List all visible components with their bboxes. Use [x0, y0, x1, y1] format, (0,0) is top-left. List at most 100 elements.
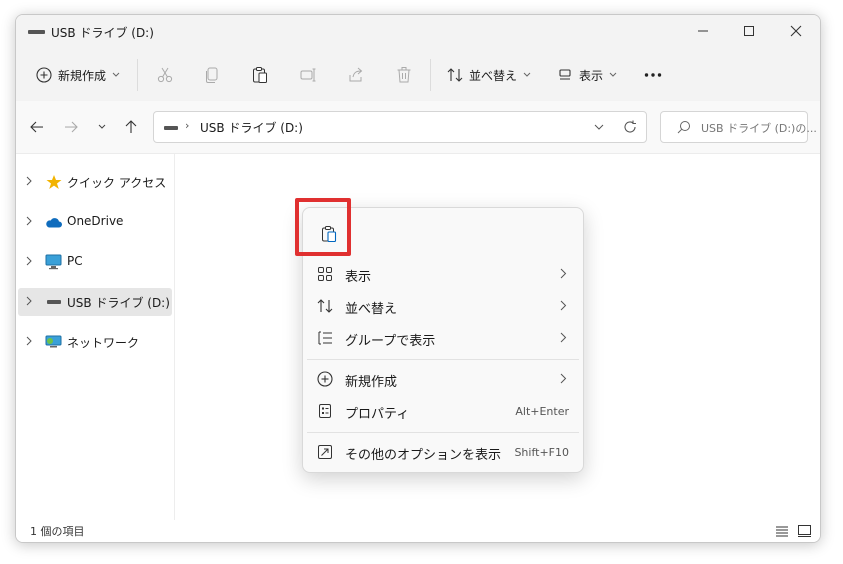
- address-bar[interactable]: › USB ドライブ (D:): [153, 111, 647, 143]
- close-button[interactable]: [773, 15, 819, 47]
- menu-item-shortcut: Shift+F10: [514, 446, 569, 459]
- chevron-right-icon: [560, 332, 567, 343]
- menu-item-label: 表示: [345, 270, 372, 285]
- menu-item-properties[interactable]: プロパティ Alt+Enter: [307, 395, 579, 427]
- chevron-down-icon: [609, 72, 617, 77]
- sidebar-item-onedrive[interactable]: OneDrive: [18, 208, 172, 236]
- more-dots-icon: [644, 73, 662, 77]
- view-label: 表示: [579, 68, 604, 83]
- plus-circle-icon: [36, 67, 52, 83]
- sort-button[interactable]: 並べ替え: [447, 59, 531, 91]
- chevron-right-icon: [560, 300, 567, 311]
- item-count: 1 個の項目: [30, 525, 85, 538]
- forward-button[interactable]: [58, 114, 84, 140]
- scissors-icon: [157, 67, 173, 83]
- breadcrumb-separator: ›: [185, 119, 190, 132]
- paste-icon: [253, 67, 267, 83]
- monitor-icon: [45, 254, 62, 270]
- status-bar: 1 個の項目: [16, 520, 820, 542]
- properties-icon: [317, 403, 333, 419]
- sidebar-item-quick-access[interactable]: クイック アクセス: [18, 168, 172, 196]
- trash-icon: [397, 67, 411, 83]
- chevron-right-icon: [560, 373, 567, 384]
- refresh-icon[interactable]: [623, 120, 637, 134]
- chevron-right-icon: [26, 176, 32, 186]
- menu-item-label: グループで表示: [345, 334, 436, 349]
- share-icon: [349, 67, 363, 82]
- window-title: USB ドライブ (D:): [51, 26, 154, 40]
- recent-locations-button[interactable]: [89, 114, 115, 140]
- cut-button[interactable]: [156, 59, 174, 91]
- copy-button[interactable]: [203, 59, 221, 91]
- menu-item-view[interactable]: 表示: [307, 258, 579, 290]
- paste-button[interactable]: [251, 59, 269, 91]
- cloud-icon: [45, 214, 62, 230]
- sidebar-item-network[interactable]: ネットワーク: [18, 328, 172, 356]
- chevron-down-icon[interactable]: [594, 124, 604, 130]
- plus-circle-icon: [317, 371, 333, 387]
- highlight-annotation: [295, 198, 351, 256]
- chevron-down-icon: [112, 72, 120, 77]
- title-bar: USB ドライブ (D:): [16, 15, 820, 49]
- sort-arrows-icon: [317, 298, 333, 314]
- menu-item-group-by[interactable]: グループで表示: [307, 322, 579, 354]
- toolbar-divider: [430, 59, 431, 91]
- menu-item-more-options[interactable]: その他のオプションを表示 Shift+F10: [307, 436, 579, 468]
- group-list-icon: [317, 330, 333, 346]
- chevron-right-icon: [26, 336, 32, 346]
- sort-label: 並べ替え: [469, 68, 518, 83]
- sidebar-item-usb-drive[interactable]: USB ドライブ (D:): [18, 288, 172, 316]
- close-icon: [790, 25, 802, 37]
- more-options-button[interactable]: [644, 59, 662, 91]
- arrow-up-icon: [125, 120, 137, 133]
- view-button[interactable]: 表示: [557, 59, 617, 91]
- sidebar-item-pc[interactable]: PC: [18, 248, 172, 276]
- sidebar-item-label: PC: [67, 254, 83, 268]
- chevron-right-icon: [26, 256, 32, 266]
- rename-button[interactable]: [299, 59, 317, 91]
- breadcrumb[interactable]: USB ドライブ (D:): [200, 119, 303, 136]
- command-bar: 新規作成 並べ替え 表示: [16, 49, 820, 102]
- menu-item-label: プロパティ: [345, 407, 410, 422]
- copy-icon: [206, 67, 218, 83]
- menu-item-new[interactable]: 新規作成: [307, 363, 579, 395]
- sidebar-item-label: クイック アクセス: [67, 176, 167, 190]
- chevron-down-icon: [98, 124, 106, 129]
- menu-item-label: 新規作成: [345, 375, 398, 390]
- arrow-left-icon: [30, 121, 43, 133]
- navigation-pane: クイック アクセス OneDrive PC USB ドライブ (D:) ネットワ…: [16, 154, 175, 520]
- network-icon: [45, 334, 62, 350]
- chevron-right-icon: [560, 268, 567, 279]
- up-button[interactable]: [118, 114, 144, 140]
- open-external-icon: [317, 444, 333, 460]
- chevron-right-icon: [26, 216, 32, 226]
- new-label: 新規作成: [58, 68, 107, 83]
- chevron-down-icon: [523, 72, 531, 77]
- search-box[interactable]: USB ドライブ (D:)の...: [660, 111, 817, 143]
- drive-icon: [28, 30, 45, 34]
- maximize-button[interactable]: [726, 15, 772, 47]
- sidebar-item-label: OneDrive: [67, 214, 124, 228]
- grid-view-icon: [317, 266, 333, 282]
- chevron-right-icon: [26, 296, 32, 306]
- view-icon: [559, 69, 571, 80]
- star-icon: [45, 174, 62, 190]
- drive-icon: [45, 294, 62, 310]
- back-button[interactable]: [24, 114, 50, 140]
- drive-icon: [164, 126, 178, 130]
- menu-item-sort[interactable]: 並べ替え: [307, 290, 579, 322]
- menu-divider: [307, 432, 579, 433]
- new-button[interactable]: 新規作成: [36, 59, 120, 91]
- menu-item-shortcut: Alt+Enter: [515, 405, 569, 418]
- tiles-view-icon[interactable]: [798, 525, 811, 537]
- details-view-icon[interactable]: [776, 526, 788, 537]
- sidebar-item-label: USB ドライブ (D:): [67, 296, 170, 310]
- arrow-right-icon: [65, 121, 78, 133]
- menu-divider: [307, 359, 579, 360]
- share-button[interactable]: [347, 59, 365, 91]
- minimize-button[interactable]: [680, 15, 726, 47]
- delete-button[interactable]: [395, 59, 413, 91]
- search-placeholder: USB ドライブ (D:)の...: [701, 122, 817, 135]
- search-icon: [677, 121, 690, 134]
- menu-item-label: その他のオプションを表示: [345, 448, 502, 463]
